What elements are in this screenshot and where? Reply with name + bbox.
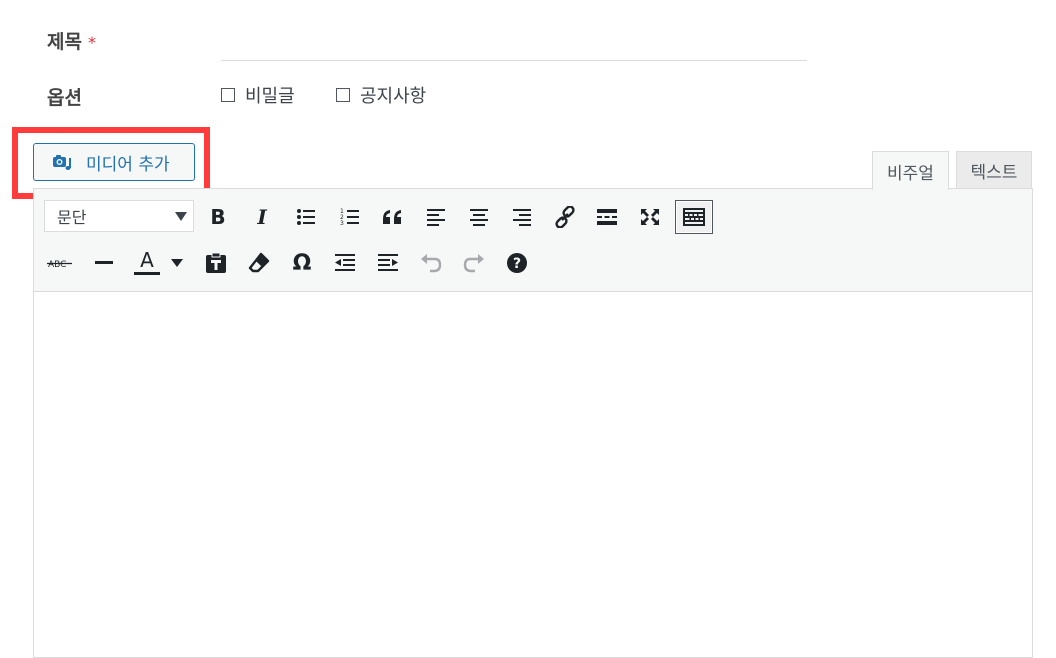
align-right-icon	[513, 209, 531, 226]
text-color-letter: A	[140, 248, 154, 272]
toolbar-toggle-button[interactable]	[675, 200, 713, 234]
italic-icon: I	[257, 205, 267, 229]
media-camera-music-icon	[53, 155, 71, 170]
caret-down-icon	[171, 259, 183, 267]
read-more-button[interactable]	[591, 202, 623, 232]
bold-icon: B	[210, 205, 226, 229]
help-button[interactable]: ?	[501, 248, 533, 278]
options-label: 옵션	[47, 87, 82, 109]
option-secret-post[interactable]: 비밀글	[221, 83, 295, 107]
tab-text[interactable]: 텍스트	[956, 151, 1032, 189]
read-more-icon	[597, 209, 617, 225]
undo-button[interactable]	[415, 248, 447, 278]
numbered-list-button[interactable]: 1 2 3	[334, 202, 366, 232]
title-label-text: 제목	[47, 31, 82, 53]
text-color-dropdown[interactable]	[166, 248, 188, 278]
help-glyph: ?	[513, 256, 521, 272]
required-mark: *	[87, 33, 96, 52]
format-select-value: 문단	[57, 208, 87, 227]
numbered-list-icon: 1 2 3	[340, 208, 359, 227]
title-input[interactable]	[221, 20, 807, 61]
indent-button[interactable]	[372, 248, 404, 278]
secret-checkbox-label: 비밀글	[245, 86, 295, 107]
toolbar-toggle-icon	[683, 208, 705, 226]
caret-down-icon	[175, 212, 187, 221]
align-center-icon	[470, 209, 488, 226]
text-color-button[interactable]: A	[129, 247, 165, 277]
notice-checkbox-label: 공지사항	[360, 86, 427, 107]
add-media-label: 미디어 추가	[86, 154, 170, 175]
clear-formatting-button[interactable]	[243, 248, 275, 278]
outdent-icon	[335, 254, 355, 271]
tab-visual[interactable]: 비주얼	[872, 151, 949, 190]
strikethrough-icon: ABC	[47, 260, 72, 270]
notice-checkbox[interactable]	[336, 88, 350, 102]
link-button[interactable]	[549, 202, 581, 232]
clear-formatting-icon	[248, 252, 270, 273]
redo-button[interactable]	[458, 248, 490, 278]
help-icon: ?	[507, 253, 527, 273]
undo-icon	[421, 254, 442, 273]
align-right-button[interactable]	[506, 202, 538, 232]
align-left-button[interactable]	[420, 202, 452, 232]
align-left-icon	[427, 209, 445, 226]
redo-icon	[463, 254, 484, 273]
text-color-icon: A	[134, 248, 160, 275]
link-icon	[555, 206, 575, 228]
bold-button[interactable]: B	[202, 202, 234, 232]
horizontal-line-button[interactable]	[88, 248, 120, 278]
horizontal-line-icon	[95, 261, 113, 264]
strikethrough-button[interactable]: ABC	[44, 248, 76, 278]
editor: 문단 B I 1 2 3 ABC A Ω ?	[33, 188, 1033, 658]
indent-icon	[378, 254, 398, 271]
blockquote-button[interactable]	[377, 202, 409, 232]
editor-toolbar: 문단 B I 1 2 3 ABC A Ω ?	[34, 189, 1032, 292]
fullscreen-button[interactable]	[634, 202, 666, 232]
italic-button[interactable]: I	[246, 202, 278, 232]
svg-text:3: 3	[340, 220, 344, 227]
align-center-button[interactable]	[463, 202, 495, 232]
special-character-icon: Ω	[292, 250, 312, 276]
bulleted-list-icon	[297, 209, 315, 225]
editor-content-area[interactable]	[34, 292, 1032, 658]
format-select[interactable]: 문단	[44, 200, 194, 232]
secret-checkbox[interactable]	[221, 88, 235, 102]
add-media-button[interactable]: 미디어 추가	[33, 143, 195, 181]
paste-as-text-icon	[206, 252, 226, 273]
special-character-button[interactable]: Ω	[286, 248, 318, 278]
bulleted-list-button[interactable]	[290, 202, 322, 232]
paste-as-text-button[interactable]	[200, 248, 232, 278]
strikethrough-text: ABC	[48, 260, 66, 270]
outdent-button[interactable]	[329, 248, 361, 278]
fullscreen-icon	[641, 209, 659, 225]
blockquote-icon	[383, 210, 401, 224]
title-label: 제목 *	[47, 27, 96, 54]
option-notice[interactable]: 공지사항	[336, 83, 426, 107]
